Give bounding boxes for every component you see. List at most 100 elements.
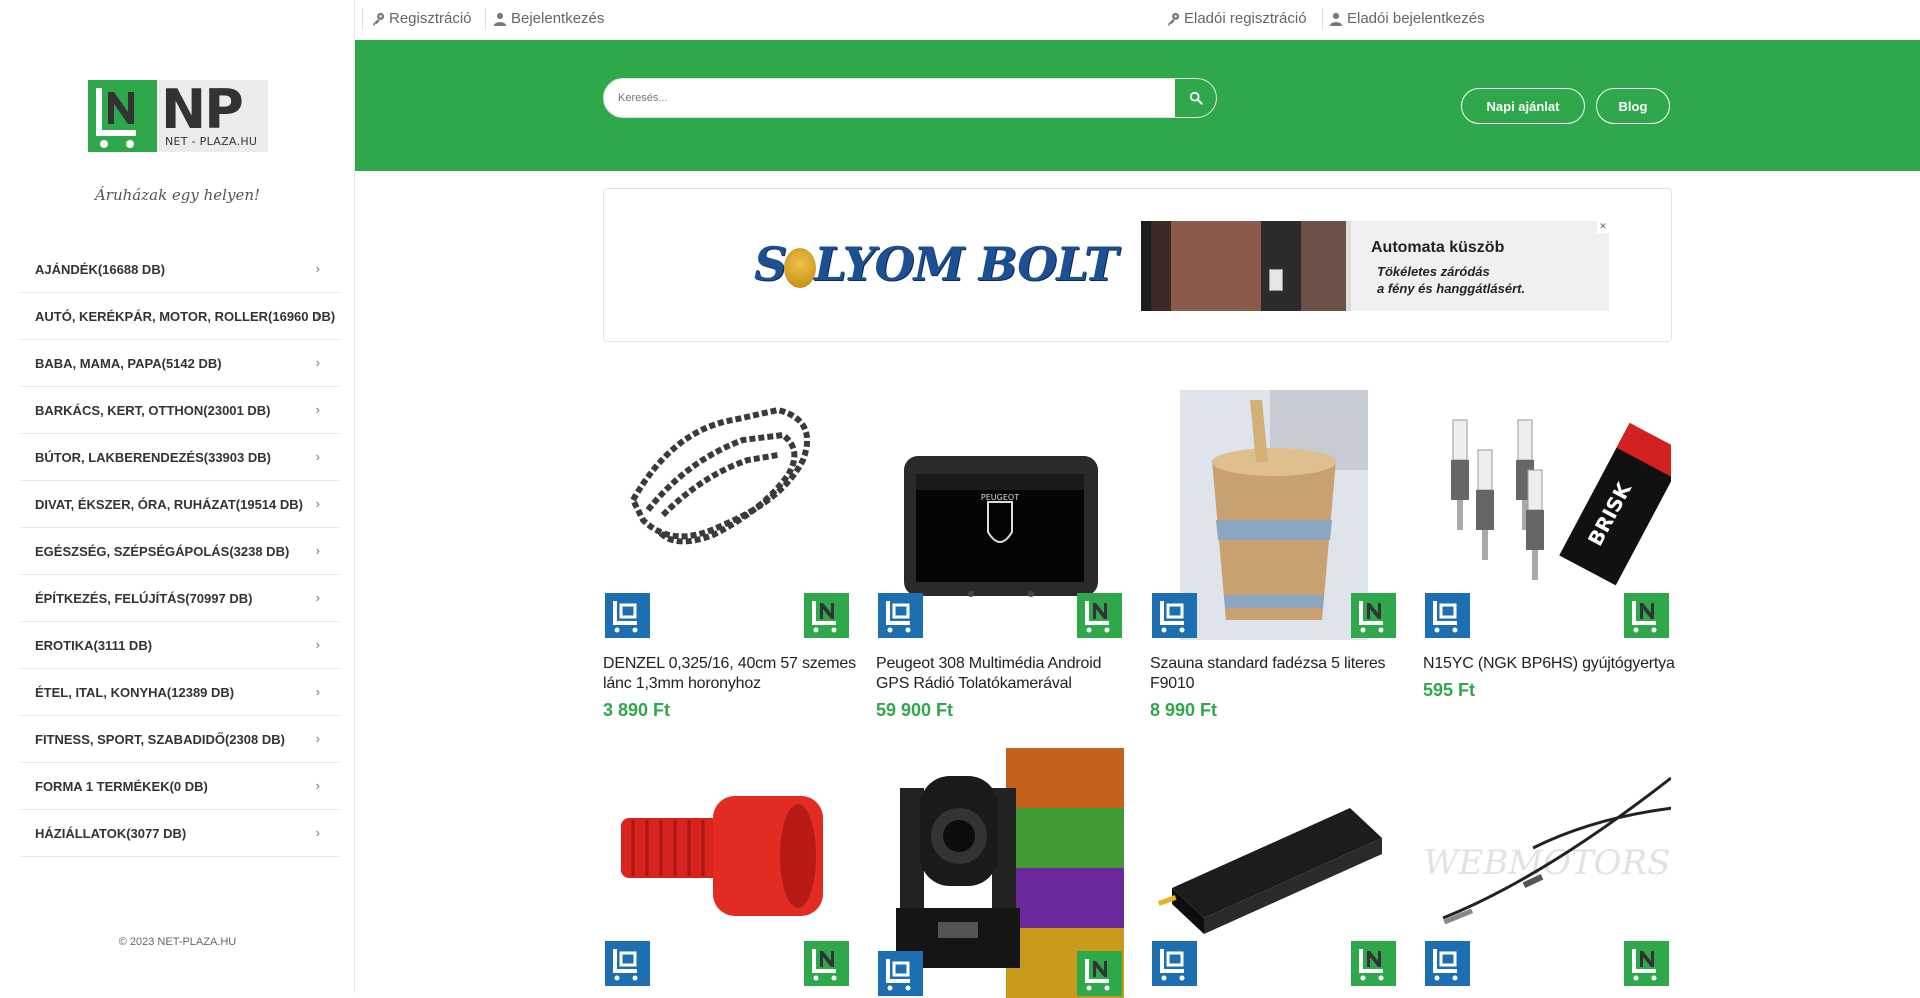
category-item[interactable]: DIVAT, ÉKSZER, ÓRA, RUHÁZAT(19514 DB) › (20, 481, 340, 528)
product-name[interactable]: N15YC (NGK BP6HS) gyújtógyertya (1423, 654, 1678, 674)
tagline: Áruházak egy helyen! (94, 186, 261, 204)
seller-badge-l-icon (605, 593, 650, 638)
product-image[interactable] (603, 390, 851, 640)
chevron-right-icon: › (315, 496, 320, 511)
close-icon[interactable]: ✕ (1597, 221, 1609, 233)
seller-badge-l-icon (878, 951, 923, 996)
key-icon (372, 12, 385, 26)
ad-banner: S LYOM BOLT Automata küszöb Tökéletes zár… (603, 188, 1672, 342)
daily-offer-button[interactable]: Napi ajánlat (1461, 88, 1585, 124)
product-image[interactable]: WEBMOTORS (1423, 738, 1671, 988)
category-label: ÉPÍTKEZÉS, FELÚJÍTÁS(70997 DB) (35, 590, 253, 606)
category-item[interactable]: AUTÓ, KERÉKPÁR, MOTOR, ROLLER(16960 DB) › (20, 293, 340, 340)
search-bar (603, 78, 1217, 118)
category-label: BARKÁCS, KERT, OTTHON(23001 DB) (35, 402, 271, 418)
chevron-right-icon: › (315, 449, 320, 464)
ad-title: Automata küszöb (1371, 239, 1505, 256)
category-item[interactable]: FORMA 1 TERMÉKEK(0 DB) › (20, 763, 340, 810)
category-item[interactable]: EGÉSZSÉG, SZÉPSÉGÁPOLÁS(3238 DB) › (20, 528, 340, 575)
product-image[interactable] (603, 738, 851, 988)
category-label: EGÉSZSÉG, SZÉPSÉGÁPOLÁS(3238 DB) (35, 543, 290, 559)
product-price: 595 Ft (1423, 680, 1476, 700)
ad-subtitle: Tökéletes záródás a fény és hanggátlásér… (1377, 263, 1597, 297)
header: Napi ajánlat Blog (355, 40, 1920, 171)
category-item[interactable]: AJÁNDÉK(16688 DB) › (20, 246, 340, 293)
key-icon (1167, 12, 1180, 26)
product-image[interactable]: PEUGEOT (876, 390, 1124, 640)
product-price: 8 990 Ft (1150, 700, 1218, 720)
solyom-bolt-logo[interactable]: S LYOM BOLT (754, 237, 1118, 291)
product-price: 3 890 Ft (603, 700, 671, 720)
user-icon (493, 12, 507, 26)
sidebar: NP NET - PLAZA.HU Áruházak egy helyen! A… (0, 0, 355, 993)
seller-badge-n-icon (1077, 951, 1122, 996)
category-label: AUTÓ, KERÉKPÁR, MOTOR, ROLLER(16960 DB) (35, 308, 336, 324)
category-label: FORMA 1 TERMÉKEK(0 DB) (35, 778, 208, 794)
category-item[interactable]: FITNESS, SPORT, SZABADIDŐ(2308 DB) › (20, 716, 340, 763)
category-label: AJÁNDÉK(16688 DB) (35, 261, 166, 277)
category-label: BABA, MAMA, PAPA(5142 DB) (35, 355, 222, 371)
login-link[interactable]: Bejelentkezés (493, 10, 604, 27)
solyom-letter: S (754, 237, 787, 291)
register-label: Regisztráció (389, 10, 472, 27)
seller-badge-l-icon (1152, 593, 1197, 638)
product-image[interactable] (876, 748, 1124, 998)
seller-badge-l-icon (878, 593, 923, 638)
seller-login-link[interactable]: Eladói bejelentkezés (1329, 10, 1485, 27)
category-label: BÚTOR, LAKBERENDEZÉS(33903 DB) (35, 449, 271, 465)
category-item[interactable]: HÁZIÁLLATOK(3077 DB) › (20, 810, 340, 857)
divider (362, 8, 363, 30)
ad-subtitle-line: a fény és hanggátlásért. (1377, 281, 1526, 296)
chevron-right-icon: › (315, 261, 320, 276)
category-label: HÁZIÁLLATOK(3077 DB) (35, 825, 187, 841)
category-item[interactable]: ÉPÍTKEZÉS, FELÚJÍTÁS(70997 DB) › (20, 575, 340, 622)
chevron-right-icon: › (315, 402, 320, 417)
product-name[interactable]: Peugeot 308 Multimédia Android GPS Rádió… (876, 654, 1131, 694)
login-label: Bejelentkezés (511, 10, 605, 27)
ad-subtitle-line: Tökéletes záródás (1377, 264, 1490, 279)
logo-np-mark: NP NET - PLAZA.HU (157, 78, 268, 152)
door-lock-icon (1269, 269, 1283, 291)
watermark-text: WEBMOTORS (1424, 843, 1671, 883)
product-name[interactable]: Szauna standard fadézsa 5 literes F9010 (1150, 654, 1405, 694)
search-input[interactable] (604, 79, 1174, 117)
product-image[interactable] (1150, 738, 1398, 988)
chevron-right-icon: › (315, 355, 320, 370)
category-item[interactable]: BARKÁCS, KERT, OTTHON(23001 DB) › (20, 387, 340, 434)
product-image[interactable]: BRISK (1423, 390, 1671, 640)
screen-brand-text: PEUGEOT (981, 493, 1019, 502)
falcon-emblem-icon (784, 248, 817, 288)
product-image[interactable] (1150, 390, 1398, 640)
chevron-right-icon: › (315, 637, 320, 652)
threshold-ad[interactable]: Automata küszöb Tökéletes záródás a fény… (1141, 221, 1609, 311)
product-price: 59 900 Ft (876, 700, 954, 720)
seller-badge-n-icon (1077, 593, 1122, 638)
category-item[interactable]: EROTIKA(3111 DB) › (20, 622, 340, 669)
search-button[interactable] (1174, 79, 1216, 117)
category-label: FITNESS, SPORT, SZABADIDŐ(2308 DB) (35, 731, 285, 747)
chevron-right-icon: › (315, 684, 320, 699)
category-label: ÉTEL, ITAL, KONYHA(12389 DB) (35, 684, 235, 700)
category-item[interactable]: ÉTEL, ITAL, KONYHA(12389 DB) › (20, 669, 340, 716)
logo-ln-mark (88, 80, 157, 152)
chevron-right-icon: › (315, 825, 320, 840)
chevron-right-icon: › (315, 731, 320, 746)
product-name[interactable]: DENZEL 0,325/16, 40cm 57 szemes lánc 1,3… (603, 654, 858, 694)
chevron-right-icon: › (315, 590, 320, 605)
seller-login-label: Eladói bejelentkezés (1347, 10, 1485, 27)
seller-register-link[interactable]: Eladói regisztráció (1166, 10, 1307, 27)
register-link[interactable]: Regisztráció (371, 10, 472, 27)
seller-badge-n-icon (804, 593, 849, 638)
seller-badge-n-icon (1351, 941, 1396, 986)
blog-button[interactable]: Blog (1596, 88, 1670, 124)
category-item[interactable]: BABA, MAMA, PAPA(5142 DB) › (20, 340, 340, 387)
seller-badge-l-icon (1425, 593, 1470, 638)
seller-register-label: Eladói regisztráció (1184, 10, 1307, 27)
solyom-rest: LYOM BOLT (814, 237, 1118, 291)
divider (485, 8, 486, 30)
logo-letters: NP (161, 78, 244, 141)
chevron-right-icon: › (315, 308, 320, 323)
site-logo[interactable]: NP NET - PLAZA.HU (88, 78, 268, 152)
chevron-right-icon: › (315, 543, 320, 558)
category-item[interactable]: BÚTOR, LAKBERENDEZÉS(33903 DB) › (20, 434, 340, 481)
